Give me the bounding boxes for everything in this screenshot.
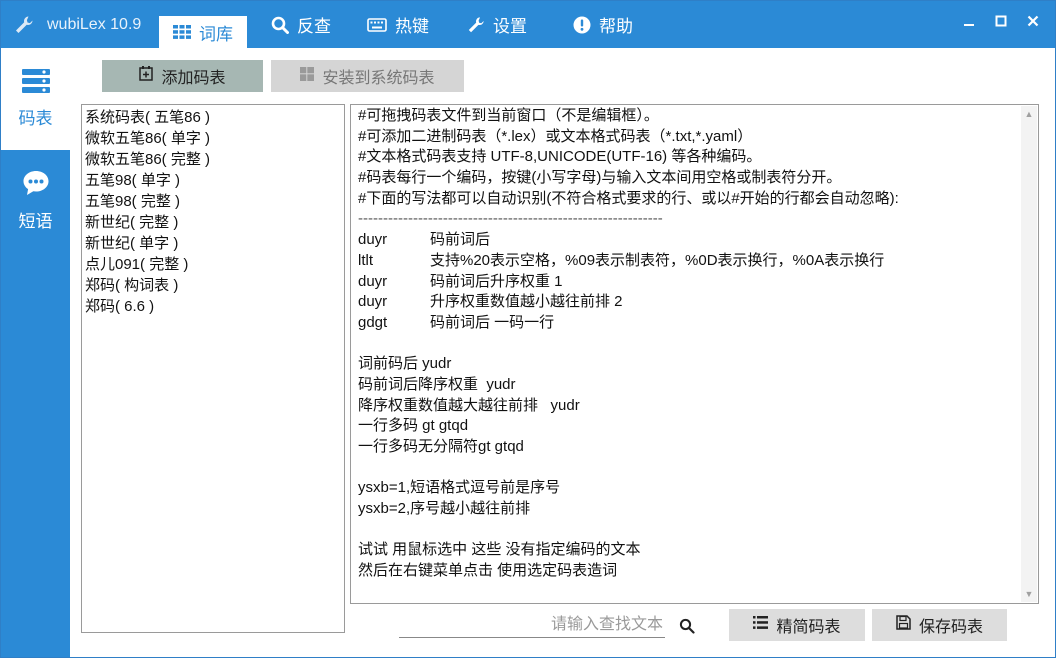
editor-line: 码前词后降序权重 yudr (358, 375, 516, 393)
list-item[interactable]: 郑码( 构词表 ) (85, 275, 344, 296)
save-codebook-button[interactable]: 保存码表 (872, 609, 1007, 641)
tab-label: 设置 (493, 17, 527, 36)
minimize-icon (964, 24, 974, 26)
simplify-codebook-button[interactable]: 精简码表 (729, 609, 865, 641)
close-button[interactable] (1017, 7, 1049, 35)
tab-label: 反查 (297, 17, 331, 36)
line-text: 升序权重数值越小越往前排 2 (430, 293, 623, 311)
install-label: 安装到系统码表 (322, 70, 435, 87)
window-controls (953, 7, 1049, 35)
add-file-icon (139, 66, 154, 86)
list-icon (753, 616, 769, 634)
add-codebook-button[interactable]: 添加码表 (102, 60, 263, 92)
app-window: wubiLex 10.9 词库 反查 热键 设置 帮助 码表 短语 添加码表 安… (0, 0, 1056, 658)
sidebar: 码表 短语 (1, 48, 70, 657)
title-bar: wubiLex 10.9 词库 反查 热键 设置 帮助 (1, 1, 1055, 48)
keyboard-icon (367, 17, 387, 32)
list-item[interactable]: 微软五笔86( 单字 ) (85, 128, 344, 149)
line-text: 码前词后 一码一行 (430, 313, 555, 331)
editor-line: #可拖拽码表文件到当前窗口（不是编辑框）。 (358, 107, 659, 124)
windows-icon (300, 66, 315, 86)
editor-line: gdgt 码前词后 一码一行 (358, 313, 1018, 334)
list-item[interactable]: 新世纪( 完整 ) (85, 212, 344, 233)
sidebar-item-phrases[interactable]: 短语 (1, 150, 70, 231)
wrench-icon (1, 1, 47, 48)
add-codebook-label: 添加码表 (161, 70, 226, 87)
tab-label: 词库 (199, 24, 233, 44)
save-label: 保存码表 (918, 619, 983, 636)
maximize-button[interactable] (985, 7, 1017, 35)
editor-line: 一行多码无分隔符gt gtqd (358, 438, 524, 455)
line-text: 码前词后升序权重 1 (430, 272, 563, 290)
editor-line: ltlt 支持%20表示空格，%09表示制表符，%0D表示换行，%0A表示换行 (358, 251, 1018, 272)
editor-line: 然后在右键菜单点击 使用选定码表造词 (358, 562, 618, 580)
line-code: ltlt (358, 251, 373, 269)
line-code: gdgt (358, 313, 388, 331)
tab-codebook[interactable]: 词库 (159, 16, 247, 48)
tab-settings[interactable]: 设置 (439, 1, 537, 48)
scroll-down-arrow-icon[interactable]: ▼ (1021, 586, 1037, 602)
editor-line: duyr 码前词后升序权重 1 (358, 272, 1018, 293)
sidebar-item-label: 码表 (18, 109, 53, 128)
editor-line: ysxb=1,短语格式逗号前是序号 (358, 479, 561, 497)
editor-line: #码表每行一个编码，按键(小写字母)与输入文本间用空格或制表符分开。 (358, 169, 842, 187)
save-disk-icon (896, 615, 911, 635)
list-item[interactable]: 点儿091( 完整 ) (85, 254, 344, 275)
tab-hotkeys[interactable]: 热键 (341, 1, 439, 48)
list-item[interactable]: 五笔98( 完整 ) (85, 191, 344, 212)
editor-line: 试试 用鼠标选中 这些 没有指定编码的文本 (358, 541, 641, 559)
wrench-icon (467, 16, 485, 34)
editor-line: 降序权重数值越大越往前排 yudr (358, 396, 580, 414)
exclamation-icon (573, 16, 591, 34)
list-item[interactable]: 系统码表( 五笔86 ) (85, 107, 344, 128)
list-item[interactable]: 新世纪( 单字 ) (85, 233, 344, 254)
editor-separator: ----------------------------------------… (358, 210, 663, 228)
list-item[interactable]: 五笔98( 单字 ) (85, 170, 344, 191)
search-icon[interactable] (679, 618, 697, 636)
codebook-text-editor[interactable]: #可拖拽码表文件到当前窗口（不是编辑框）。 #可添加二进制码表（*.lex）或文… (350, 104, 1039, 604)
tab-label: 热键 (395, 17, 429, 36)
editor-content[interactable]: #可拖拽码表文件到当前窗口（不是编辑框）。 #可添加二进制码表（*.lex）或文… (358, 106, 1018, 582)
line-text: 支持%20表示空格，%09表示制表符，%0D表示换行，%0A表示换行 (430, 251, 885, 269)
sidebar-item-codebook[interactable]: 码表 (1, 48, 70, 150)
tab-label: 帮助 (599, 17, 633, 36)
editor-line: 一行多码 gt gtqd (358, 417, 469, 435)
maximize-icon (995, 15, 1007, 27)
simplify-label: 精简码表 (776, 619, 841, 636)
tab-help[interactable]: 帮助 (537, 1, 643, 48)
editor-line: #可添加二进制码表（*.lex）或文本格式码表（*.txt,*.yaml） (358, 127, 753, 145)
sidebar-item-label: 短语 (18, 212, 53, 231)
minimize-button[interactable] (953, 7, 985, 35)
editor-line: ysxb=2,序号越小越往前排 (358, 500, 531, 518)
chat-bubble-icon (22, 170, 50, 201)
search-input[interactable] (399, 613, 665, 637)
search-icon (271, 16, 289, 34)
scroll-up-arrow-icon[interactable]: ▲ (1021, 106, 1037, 122)
list-item[interactable]: 微软五笔86( 完整 ) (85, 149, 344, 170)
vertical-scrollbar[interactable]: ▲ ▼ (1021, 106, 1037, 602)
line-text: 码前词后 (430, 231, 491, 249)
close-icon (1027, 15, 1039, 27)
editor-line: #文本格式码表支持 UTF-8,UNICODE(UTF-16) 等各种编码。 (358, 148, 762, 166)
tab-reverse-lookup[interactable]: 反查 (247, 1, 341, 48)
line-code: duyr (358, 293, 388, 311)
line-code: duyr (358, 272, 388, 290)
app-title: wubiLex 10.9 (47, 15, 142, 33)
list-item[interactable]: 郑码( 6.6 ) (85, 296, 344, 317)
editor-line: duyr 升序权重数值越小越往前排 2 (358, 292, 1018, 313)
editor-line: 词前码后 yudr (358, 355, 452, 373)
install-to-system-button[interactable]: 安装到系统码表 (271, 60, 464, 92)
editor-line: duyr 码前词后 (358, 230, 1018, 251)
editor-line: #下面的写法都可以自动识别(不符合格式要求的行、或以#开始的行都会自动忽略): (358, 189, 899, 207)
line-code: duyr (358, 231, 388, 249)
search-field (399, 613, 665, 638)
grid-icon (173, 25, 191, 39)
codebook-list[interactable]: 系统码表( 五笔86 ) 微软五笔86( 单字 ) 微软五笔86( 完整 ) 五… (81, 104, 345, 633)
list-icon (21, 69, 50, 98)
